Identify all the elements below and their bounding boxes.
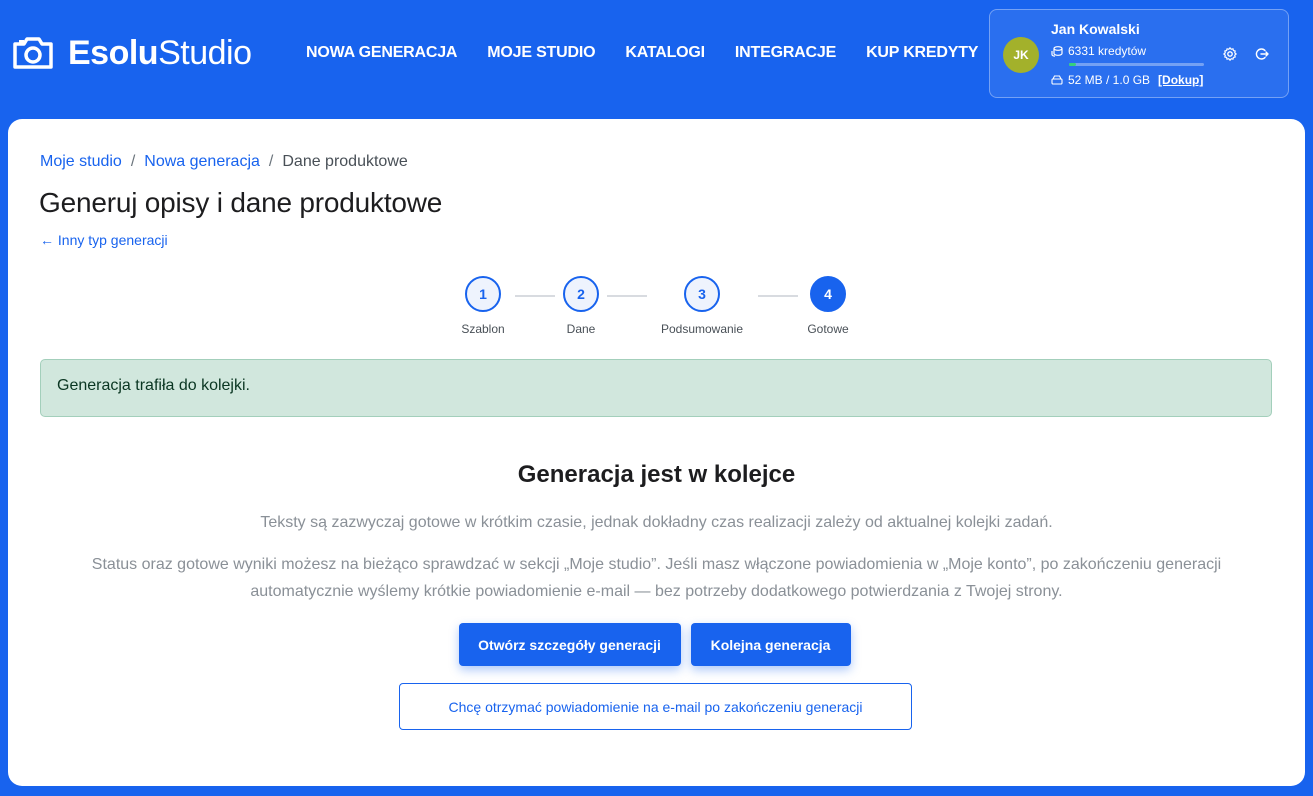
camera-icon — [13, 37, 53, 69]
top-header: EsoluStudio NOWA GENERACJA MOJE STUDIO K… — [0, 0, 1313, 108]
storage-text: 52 MB / 1.0 GB — [1068, 73, 1151, 87]
breadcrumb-separator: / — [130, 153, 136, 170]
storage-info: 52 MB / 1.0 GB [Dokup] — [1051, 73, 1203, 87]
user-panel: JK Jan Kowalski 6331 kredytów 52 MB / 1.… — [989, 9, 1289, 98]
credits-info: 6331 kredytów — [1051, 44, 1146, 58]
user-name: Jan Kowalski — [1051, 21, 1140, 37]
breadcrumb-current: Dane produktowe — [282, 153, 408, 170]
breadcrumb: Moje studio / Nowa generacja / Dane prod… — [40, 153, 408, 171]
queue-title: Generacja jest w kolejce — [517, 461, 796, 488]
storage-progress-bar — [1069, 63, 1204, 66]
nav-integracje[interactable]: INTEGRACJE — [735, 44, 836, 62]
step-label: Dane — [566, 322, 596, 336]
next-generation-button[interactable]: Kolejna generacja — [690, 623, 851, 666]
step-number: 4 — [810, 276, 846, 312]
coins-icon — [1051, 46, 1063, 57]
avatar[interactable]: JK — [1003, 37, 1039, 73]
storage-progress-fill — [1069, 63, 1076, 66]
topup-link[interactable]: [Dokup] — [1158, 73, 1203, 87]
step-2[interactable]: 2 Dane — [521, 276, 641, 336]
logout-icon[interactable] — [1254, 46, 1270, 62]
page-title: Generuj opisy i dane produktowe — [39, 187, 443, 218]
breadcrumb-nowa-generacja[interactable]: Nowa generacja — [144, 153, 260, 171]
drive-icon — [1051, 75, 1063, 85]
credits-text: 6331 kredytów — [1068, 44, 1147, 58]
nav-kup-kredyty[interactable]: KUP KREDYTY — [866, 44, 978, 62]
settings-gear-icon[interactable] — [1222, 46, 1238, 62]
back-link[interactable]: ← Inny typ generacji — [40, 232, 168, 248]
breadcrumb-moje-studio[interactable]: Moje studio — [40, 153, 122, 171]
step-label: Gotowe — [807, 322, 849, 336]
stepper: 1 Szablon 2 Dane 3 Podsumowanie 4 Gotowe — [8, 276, 1305, 336]
logo-text: EsoluStudio — [68, 34, 252, 72]
nav-katalogi[interactable]: KATALOGI — [625, 44, 705, 62]
email-notify-button[interactable]: Chcę otrzymać powiadomienie na e-mail po… — [399, 683, 912, 730]
action-buttons: Otwórz szczegóły generacji Kolejna gener… — [8, 623, 1305, 666]
step-4[interactable]: 4 Gotowe — [768, 276, 888, 336]
open-details-button[interactable]: Otwórz szczegóły generacji — [458, 623, 681, 666]
queue-info-paragraph: Teksty są zazwyczaj gotowe w krótkim cza… — [260, 514, 1053, 531]
step-number: 1 — [465, 276, 501, 312]
step-label: Podsumowanie — [660, 322, 744, 336]
step-number: 3 — [684, 276, 720, 312]
success-alert: Generacja trafiła do kolejki. — [40, 359, 1272, 417]
main-nav: NOWA GENERACJA MOJE STUDIO KATALOGI INTE… — [306, 44, 1008, 62]
nav-nowa-generacja[interactable]: NOWA GENERACJA — [306, 44, 457, 62]
step-number: 2 — [563, 276, 599, 312]
breadcrumb-separator: / — [268, 153, 274, 170]
nav-moje-studio[interactable]: MOJE STUDIO — [487, 44, 595, 62]
queue-status-paragraph: Status oraz gotowe wyniki możesz na bież… — [91, 556, 1222, 600]
main-card: Moje studio / Nowa generacja / Dane prod… — [8, 119, 1305, 786]
logo[interactable]: EsoluStudio — [12, 34, 252, 72]
step-3[interactable]: 3 Podsumowanie — [642, 276, 762, 336]
